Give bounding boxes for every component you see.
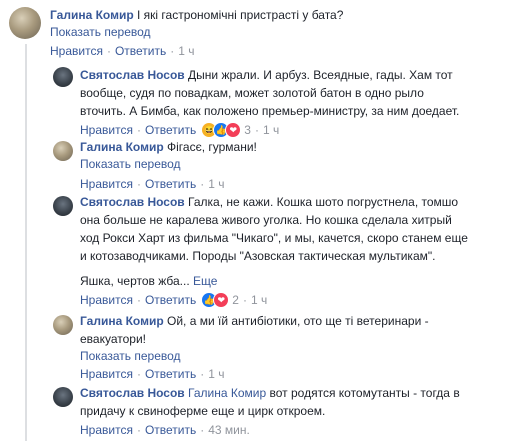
comment-text: вточить. А Бимба, как положено премьер-м… — [80, 104, 460, 118]
comment-text: евакуатори! — [80, 332, 146, 346]
comment-text: она больше не каралева живого уголка. Но… — [80, 213, 452, 227]
author-name[interactable]: Святослав Носов — [80, 386, 185, 400]
comment: Галина Комир І які гастрономічні пристра… — [0, 0, 506, 60]
reaction-count: 3 — [244, 123, 251, 137]
timestamp[interactable]: 43 мин. — [208, 422, 250, 438]
author-name[interactable]: Галина Комир — [50, 8, 134, 22]
reply-comment: Святослав Носов Дыни жрали. И арбуз. Все… — [0, 60, 506, 138]
comment-text: І які гастрономічні пристрасті у бата? — [137, 8, 344, 22]
comment-text: вот родятся котомутанты - тогда в — [269, 386, 460, 400]
comment-actions: Нравится · Ответить 😆 👍 ❤ 3 · 1 ч — [80, 122, 280, 138]
comment-text: вообще, судя по повадкам, может золотой … — [80, 86, 424, 100]
comment-text: Ой, а ми їй антибіотики, ото ще ті ветер… — [167, 314, 429, 328]
like-link[interactable]: Нравится — [50, 43, 103, 59]
show-translation-link[interactable]: Показать перевод — [80, 348, 429, 364]
author-name[interactable]: Галина Комир — [80, 140, 164, 154]
show-translation-link[interactable]: Показать перевод — [50, 24, 343, 40]
comment-actions: Нравится · Ответить 👍 ❤ 2 · 1 ч — [80, 292, 268, 308]
timestamp[interactable]: 1 ч — [251, 292, 267, 308]
reply-comment: Галина Комир Ой, а ми їй антибіотики, от… — [0, 310, 506, 381]
avatar[interactable] — [53, 315, 73, 335]
comment-text: Яшка, чертов жба... — [80, 274, 190, 288]
love-icon: ❤ — [213, 292, 230, 308]
avatar[interactable] — [53, 196, 73, 216]
reply-link[interactable]: Ответить — [115, 43, 166, 59]
avatar[interactable] — [53, 67, 73, 87]
comment-text: Фігасє, гурмани! — [167, 140, 257, 154]
like-link[interactable]: Нравится — [80, 422, 133, 438]
avatar[interactable] — [9, 7, 41, 39]
reply-link[interactable]: Ответить — [145, 292, 196, 308]
mention-link[interactable]: Галина Комир — [188, 386, 266, 400]
avatar[interactable] — [53, 141, 73, 161]
reactions[interactable]: 😆 👍 ❤ 3 — [201, 122, 251, 138]
comment-text: Галка, не кажи. Кошка шото погрустнела, … — [188, 195, 459, 209]
love-icon: ❤ — [225, 122, 242, 138]
author-name[interactable]: Святослав Носов — [80, 195, 185, 209]
comment-actions: Нравится · Ответить · 1 ч — [80, 176, 225, 192]
comment-text: Дыни жрали. И арбуз. Всеядные, гады. Хам… — [188, 68, 453, 82]
reply-comment: Святослав Носов Галина Комир вот родятся… — [0, 380, 506, 441]
reply-link[interactable]: Ответить — [145, 422, 196, 438]
reply-link[interactable]: Ответить — [145, 176, 196, 192]
author-name[interactable]: Святослав Носов — [80, 68, 185, 82]
reply-comment: Святослав Носов Галка, не кажи. Кошка шо… — [0, 192, 506, 310]
comment-actions: Нравится · Ответить · 43 мин. — [80, 422, 250, 438]
reaction-count: 2 — [232, 293, 239, 307]
comment-text: придачу к свиноферме еще и цирк откроем. — [80, 404, 326, 418]
timestamp[interactable]: 1 ч — [178, 43, 194, 59]
like-link[interactable]: Нравится — [80, 176, 133, 192]
show-translation-link[interactable]: Показать перевод — [80, 156, 257, 172]
like-link[interactable]: Нравится — [80, 292, 133, 308]
author-name[interactable]: Галина Комир — [80, 314, 164, 328]
reply-link[interactable]: Ответить — [145, 122, 196, 138]
comment-text: ход Рокси Харт из фильма "Чикаго", и мы,… — [80, 231, 468, 245]
like-link[interactable]: Нравится — [80, 122, 133, 138]
comment-text: и котозаводчиками. Породы "Азовская такт… — [80, 249, 436, 263]
timestamp[interactable]: 1 ч — [208, 176, 224, 192]
reactions[interactable]: 👍 ❤ 2 — [201, 292, 239, 308]
avatar[interactable] — [53, 387, 73, 407]
see-more-link[interactable]: Еще — [193, 274, 217, 288]
reply-comment: Галина Комир Фігасє, гурмани! Показать п… — [0, 138, 506, 192]
comment-actions: Нравится · Ответить · 1 ч — [50, 43, 195, 59]
timestamp[interactable]: 1 ч — [263, 122, 279, 138]
